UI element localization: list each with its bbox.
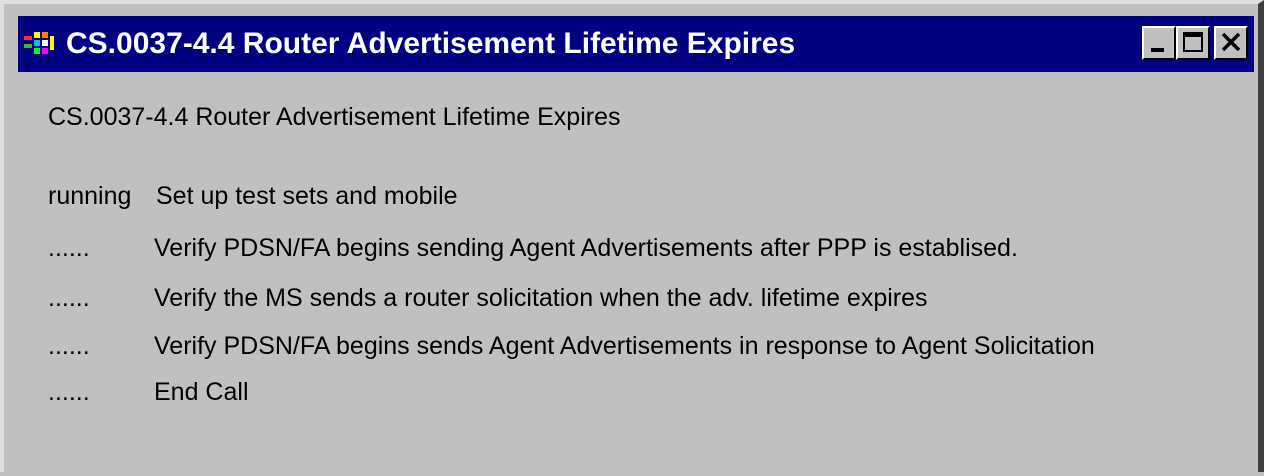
close-icon xyxy=(1221,32,1241,52)
step-description: Verify PDSN/FA begins sends Agent Advert… xyxy=(154,332,1095,360)
test-heading: CS.0037-4.4 Router Advertisement Lifetim… xyxy=(48,103,621,131)
step-status: ...... xyxy=(48,378,90,406)
step-description: End Call xyxy=(154,378,249,406)
window-content: CS.0037-4.4 Router Advertisement Lifetim… xyxy=(18,72,1254,476)
step-description: Set up test sets and mobile xyxy=(156,182,458,210)
close-button[interactable] xyxy=(1214,26,1248,60)
step-description: Verify the MS sends a router solicitatio… xyxy=(154,284,928,312)
app-icon[interactable] xyxy=(24,30,56,58)
minimize-button[interactable] xyxy=(1142,26,1176,60)
step-status: ...... xyxy=(48,284,90,312)
test-window: CS.0037-4.4 Router Advertisement Lifetim… xyxy=(0,0,1264,472)
maximize-icon xyxy=(1183,32,1203,52)
step-status: running xyxy=(48,182,132,210)
maximize-button[interactable] xyxy=(1176,26,1210,60)
step-description: Verify PDSN/FA begins sending Agent Adve… xyxy=(154,234,1018,262)
minimize-icon xyxy=(1151,48,1164,52)
title-bar[interactable]: CS.0037-4.4 Router Advertisement Lifetim… xyxy=(18,16,1254,72)
window-title: CS.0037-4.4 Router Advertisement Lifetim… xyxy=(66,27,796,60)
step-status: ...... xyxy=(48,234,90,262)
step-status: ...... xyxy=(48,332,90,360)
